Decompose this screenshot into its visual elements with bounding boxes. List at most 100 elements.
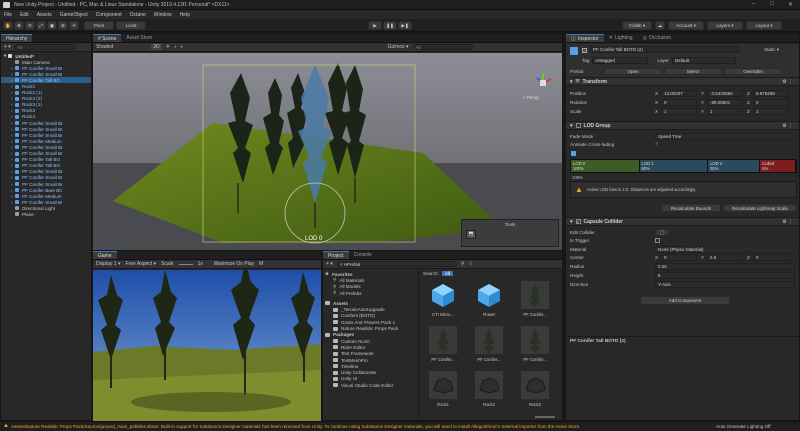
capsule-settings-icon[interactable]: ⚙ ⋮ [782, 219, 793, 225]
lod-bar[interactable]: LOD 0 100% LOD 1 60% LOD 2 30% Culled 5% [570, 159, 797, 173]
scale-slider[interactable] [178, 263, 193, 265]
persp-label[interactable]: < Persp [523, 95, 539, 100]
lod-enable-checkbox[interactable] [575, 123, 581, 128]
auto-lighting-status[interactable]: Auto Generate Lighting Off [716, 424, 771, 429]
play-button[interactable]: ▶ [368, 21, 382, 30]
mute-audio-toggle[interactable]: M [259, 261, 263, 267]
recalculate-lightmap-button[interactable]: Recalculate Lightmap Scale [723, 204, 797, 212]
gizmos-dropdown[interactable]: Gizmos ▾ [388, 44, 409, 50]
transform-y-field[interactable]: 1 [707, 107, 743, 115]
hierarchy-add-button[interactable]: + ▾ [4, 44, 11, 50]
direction-dropdown[interactable]: Y-Axis [655, 280, 795, 288]
maximize-on-play-toggle[interactable]: Maximize On Play [214, 261, 254, 267]
tab-lighting[interactable]: ☀ Lighting [604, 34, 638, 42]
project-search-input[interactable]: < HPrefab [336, 261, 457, 267]
minimize-button[interactable]: – [752, 1, 755, 7]
menu-assets[interactable]: Assets [37, 12, 52, 18]
asset-tile[interactable]: CTI Micro... [425, 281, 461, 317]
capsule-enable-checkbox[interactable]: ✓ [575, 219, 581, 224]
menu-window[interactable]: Window [154, 12, 172, 18]
scene-viewport[interactable]: < Persp LOD 0 Tools ⬒ [93, 53, 562, 250]
game-viewport[interactable] [93, 270, 321, 421]
center-y-field[interactable]: 2.5 [707, 253, 743, 261]
package-folder-item[interactable]: Visual Studio Code Editor [325, 382, 416, 388]
thumb-size-slider[interactable] [535, 416, 555, 418]
display-dropdown[interactable]: Display 1 ▾ [96, 261, 120, 267]
capsule-collider-header[interactable]: ▾ ✓ Capsule Collider ⚙ ⋮ [566, 217, 799, 226]
center-x-field[interactable]: 0 [661, 253, 697, 261]
tab-console[interactable]: Console [349, 251, 377, 259]
tab-game[interactable]: Game [93, 251, 117, 259]
menu-file[interactable]: File [4, 12, 12, 18]
asset-tile[interactable]: Rock3 [517, 371, 553, 407]
lod-segment[interactable]: LOD 1 60% [639, 160, 709, 172]
filter-icon[interactable]: ⚲ [461, 261, 465, 267]
prefab-overrides-button[interactable]: Overrides [724, 68, 782, 75]
transform-tool-icon[interactable]: ⊕ [58, 21, 68, 30]
pause-button[interactable]: ❚❚ [383, 21, 397, 30]
tab-inspector[interactable]: ⓘ Inspector [566, 34, 604, 42]
animate-crossfade-checkbox[interactable]: ✓ [655, 141, 659, 147]
layout-dropdown[interactable]: Layout ▾ [746, 21, 782, 30]
tab-hierarchy[interactable]: Hierarchy [1, 34, 33, 42]
move-tool-icon[interactable]: ✥ [14, 21, 24, 30]
status-message[interactable]: Assets/Nature Realistic Props Pack/Sourc… [11, 424, 701, 429]
lod-settings-icon[interactable]: ⚙ ⋮ [782, 123, 793, 129]
menu-help[interactable]: Help [180, 12, 190, 18]
scene-search-input[interactable]: All [412, 44, 473, 50]
asset-tile[interactable]: Flower [471, 281, 507, 317]
tag-dropdown[interactable]: Untagged [592, 57, 649, 64]
fade-mode-dropdown[interactable]: Speed Tree [655, 132, 795, 140]
lighting-toggle-icon[interactable]: ☀ [166, 44, 170, 50]
transform-settings-icon[interactable]: ⚙ ⋮ [782, 79, 793, 85]
account-dropdown[interactable]: Account ▾ [668, 21, 704, 30]
pivot-toggle[interactable]: Pivot [84, 21, 114, 30]
custom-tool-icon[interactable]: ✳ [69, 21, 79, 30]
favorite-icon[interactable]: ☆ [469, 261, 473, 267]
lod-segment[interactable]: LOD 2 30% [708, 160, 761, 172]
shading-mode-dropdown[interactable]: Shaded [96, 44, 113, 50]
radius-field[interactable]: 0.25 [655, 262, 795, 270]
effects-toggle-icon[interactable]: ◐ [181, 44, 184, 50]
transform-z-field[interactable]: 1 [753, 107, 789, 115]
local-toggle[interactable]: Local [116, 21, 146, 30]
tab-project[interactable]: Project [323, 251, 349, 259]
active-checkbox[interactable]: ✓ [582, 48, 587, 53]
prefab-select-button[interactable]: Select [664, 68, 722, 75]
center-z-field[interactable]: 0 [753, 253, 789, 261]
transform-y-field[interactable]: -3.543358e [707, 89, 743, 97]
is-trigger-checkbox[interactable] [655, 237, 660, 243]
object-name-field[interactable]: PF Conifer Tall BOTD (2) [590, 46, 740, 53]
menu-octane[interactable]: Octane [130, 12, 146, 18]
maximize-button[interactable]: □ [770, 1, 774, 7]
layer-dropdown[interactable]: Default [671, 57, 736, 64]
asset-tile[interactable]: PF Conifer... [471, 326, 507, 362]
add-component-button[interactable]: Add Component [640, 296, 730, 305]
transform-x-field[interactable]: 1 [661, 107, 697, 115]
hierarchy-search-input[interactable]: All [13, 44, 76, 50]
lod-camera-marker-icon[interactable] [571, 151, 576, 156]
asset-tile[interactable]: PF Conifer... [517, 281, 553, 317]
static-dropdown[interactable]: Static ▾ [764, 47, 779, 53]
transform-z-field[interactable]: 0 [753, 98, 789, 106]
menu-gameobject[interactable]: GameObject [60, 12, 88, 18]
tab-asset-store[interactable]: Asset Store [121, 34, 157, 42]
lod-segment[interactable]: LOD 0 100% [571, 160, 640, 172]
rect-tool-icon[interactable]: ▣ [47, 21, 57, 30]
project-add-button[interactable]: + ▾ [326, 261, 333, 267]
transform-z-field[interactable]: 6.976299 [753, 89, 789, 97]
hand-tool-icon[interactable]: ✋ [3, 21, 13, 30]
material-field[interactable]: None (Physic Material) [655, 245, 795, 253]
transform-x-field[interactable]: 0 [661, 98, 697, 106]
transform-y-field[interactable]: -89.08501 [707, 98, 743, 106]
audio-toggle-icon[interactable]: ♪ [174, 44, 177, 50]
edit-collider-button[interactable]: ⛶ [655, 228, 669, 236]
height-field[interactable]: 6 [655, 271, 795, 279]
layers-dropdown[interactable]: Layers ▾ [707, 21, 743, 30]
transform-header[interactable]: ▾ ⤧ Transform ⚙ ⋮ [566, 77, 799, 86]
asset-tile[interactable]: PF Conifer... [425, 326, 461, 362]
tools-button-icon[interactable]: ⬒ [466, 230, 476, 239]
menu-edit[interactable]: Edit [20, 12, 29, 18]
transform-x-field[interactable]: 13.00207 [661, 89, 697, 97]
cloud-icon[interactable]: ☁ [655, 21, 665, 30]
